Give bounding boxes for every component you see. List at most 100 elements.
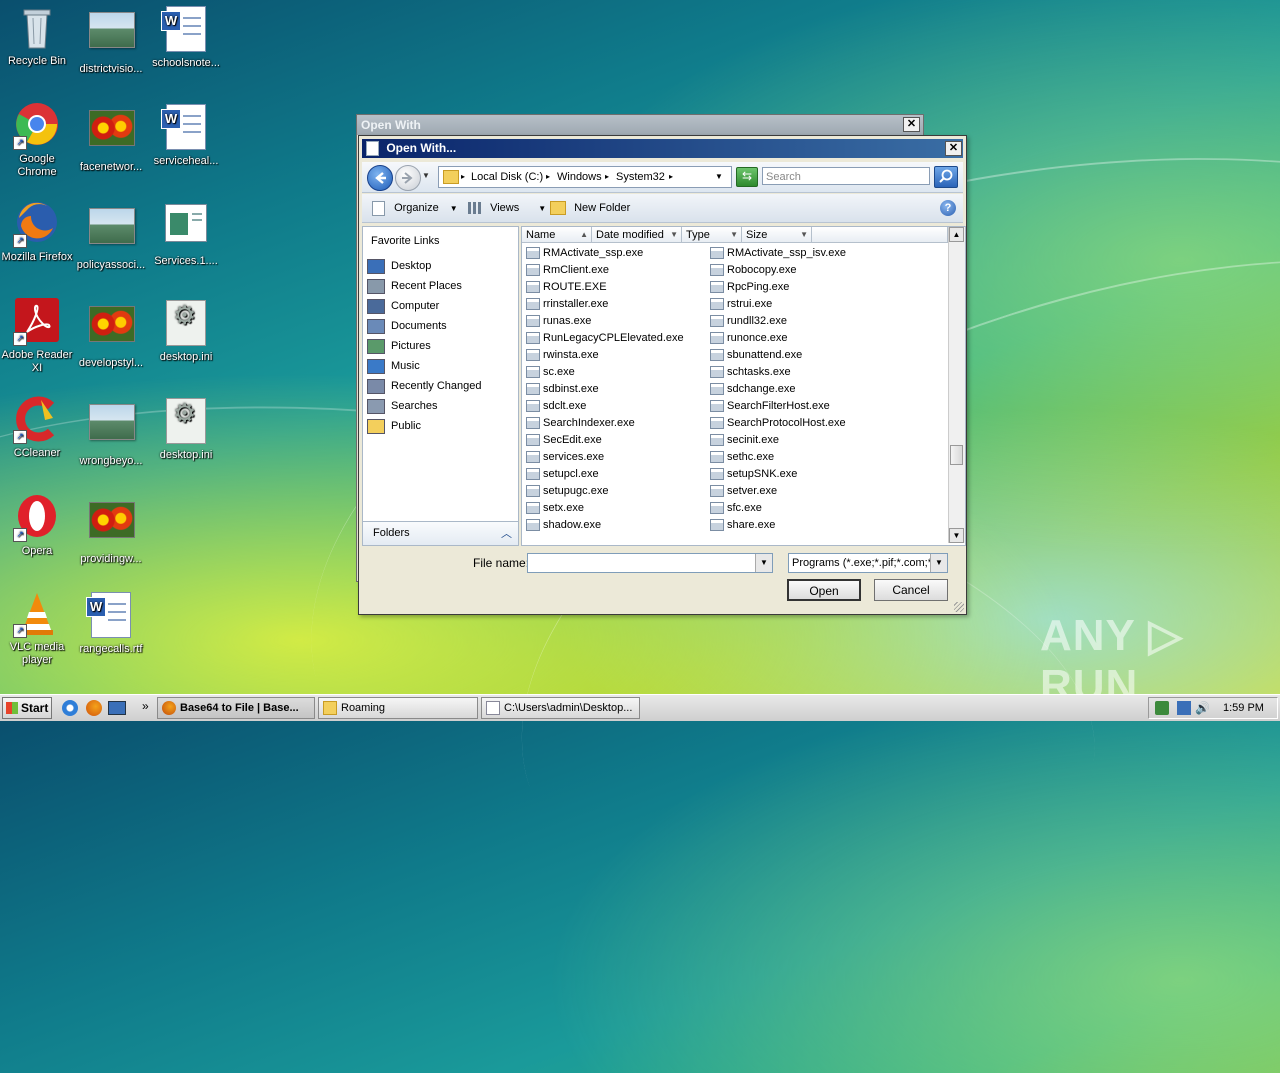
file-item[interactable]: rstrui.exe <box>710 296 772 313</box>
file-item[interactable]: setver.exe <box>710 483 777 500</box>
forward-arrow-icon[interactable] <box>395 165 421 191</box>
firefox-quicklaunch-icon[interactable] <box>86 700 102 716</box>
file-item[interactable]: RmClient.exe <box>526 262 609 279</box>
favorite-link-public[interactable]: Public <box>367 417 421 435</box>
favorite-link-recent-places[interactable]: Recent Places <box>367 277 462 295</box>
desktop-icon-policyassoci[interactable]: policyassoci... <box>74 200 148 272</box>
clock[interactable]: 1:59 PM <box>1223 701 1264 715</box>
desktop-icon-schoolsnote[interactable]: W schoolsnote... <box>149 4 223 70</box>
chevron-double-right-icon[interactable]: » <box>142 699 149 713</box>
desktop-icon-ccleaner[interactable]: ↗ CCleaner <box>0 396 74 460</box>
chevron-right-icon[interactable]: ▸ <box>546 167 550 187</box>
desktop-icon-districtvisio[interactable]: districtvisio... <box>74 4 148 76</box>
start-button[interactable]: Start <box>2 697 52 719</box>
file-item[interactable]: secinit.exe <box>710 432 779 449</box>
breadcrumb-local-disk[interactable]: Local Disk (C:) <box>471 167 543 187</box>
column-header-name[interactable]: Name ▲ <box>522 227 592 243</box>
desktop-icon-opera[interactable]: ↗ Opera <box>0 494 74 558</box>
file-item[interactable]: sethc.exe <box>710 449 774 466</box>
favorite-link-searches[interactable]: Searches <box>367 397 437 415</box>
file-item[interactable]: RMActivate_ssp.exe <box>526 245 643 262</box>
chevron-right-icon[interactable]: ▸ <box>605 167 609 187</box>
dialog-titlebar[interactable]: Open With... ✕ <box>362 139 963 158</box>
file-item[interactable]: runonce.exe <box>710 330 788 347</box>
scroll-down-icon[interactable]: ▼ <box>949 528 964 543</box>
desktop-icon-google-chrome[interactable]: ↗ Google Chrome <box>0 102 74 179</box>
file-item[interactable]: SearchProtocolHost.exe <box>710 415 846 432</box>
chevron-down-icon[interactable]: ▼ <box>755 554 772 572</box>
cancel-button[interactable]: Cancel <box>874 579 948 601</box>
file-item[interactable]: SearchFilterHost.exe <box>710 398 830 415</box>
file-item[interactable]: ROUTE.EXE <box>526 279 607 296</box>
back-window-titlebar[interactable]: Open With ✕ <box>357 115 923 135</box>
network-icon[interactable] <box>1177 701 1191 715</box>
file-item[interactable]: runas.exe <box>526 313 591 330</box>
close-icon[interactable]: ✕ <box>945 141 962 156</box>
taskbar-button-explorer[interactable]: C:\Users\admin\Desktop... <box>481 697 640 719</box>
file-item[interactable]: schtasks.exe <box>710 364 791 381</box>
file-item[interactable]: sdchange.exe <box>710 381 796 398</box>
file-item[interactable]: SecEdit.exe <box>526 432 602 449</box>
open-button[interactable]: Open <box>787 579 861 601</box>
desktop-icon-wrongbeyo[interactable]: wrongbeyo... <box>74 396 148 468</box>
column-header-size[interactable]: Size ▼ <box>742 227 812 243</box>
desktop-icon-facenetwor[interactable]: facenetwor... <box>74 102 148 174</box>
resize-grip-icon[interactable] <box>954 602 964 612</box>
favorite-link-recently-changed[interactable]: Recently Changed <box>367 377 482 395</box>
column-header-date-modified[interactable]: Date modified ▼ <box>592 227 682 243</box>
file-item[interactable]: rwinsta.exe <box>526 347 599 364</box>
chevron-down-icon[interactable]: ▼ <box>930 554 947 572</box>
close-icon[interactable]: ✕ <box>903 117 920 132</box>
folders-bar[interactable]: Folders ︿ <box>363 521 518 545</box>
file-item[interactable]: RpcPing.exe <box>710 279 789 296</box>
file-item[interactable]: setupugc.exe <box>526 483 608 500</box>
vertical-scrollbar[interactable]: ▲ ▼ <box>948 227 965 543</box>
chevron-right-icon[interactable]: ▸ <box>669 167 673 187</box>
file-name-input[interactable]: ▼ <box>527 553 773 573</box>
file-type-select[interactable]: Programs (*.exe;*.pif;*.com;*.b ▼ <box>788 553 948 573</box>
desktop-icon-mozilla-firefox[interactable]: ↗ Mozilla Firefox <box>0 200 74 264</box>
file-item[interactable]: sdclt.exe <box>526 398 586 415</box>
open-with-dialog[interactable]: Open With... ✕ ▼ ▸ Local Disk (C:) ▸ Win… <box>358 135 967 615</box>
chevron-right-icon[interactable]: ▸ <box>461 167 465 187</box>
ie-icon[interactable] <box>62 700 78 716</box>
search-input[interactable]: Search <box>762 167 930 185</box>
back-arrow-icon[interactable] <box>367 165 393 191</box>
column-filter-dropdown-icon[interactable]: ▼ <box>800 227 808 243</box>
favorite-link-music[interactable]: Music <box>367 357 420 375</box>
desktop-icon-vlc[interactable]: ↗ VLC media player <box>0 590 74 667</box>
desktop-icon-recycle-bin[interactable]: Recycle Bin <box>0 4 74 68</box>
file-item[interactable]: shadow.exe <box>526 517 601 534</box>
desktop-icon-desktop-ini-2[interactable]: desktop.ini <box>149 396 223 462</box>
file-item[interactable]: sfc.exe <box>710 500 762 517</box>
help-icon[interactable]: ? <box>940 200 956 216</box>
desktop-icon-serviceheal[interactable]: W serviceheal... <box>149 102 223 168</box>
desktop-icon-adobe-reader[interactable]: ↗ Adobe Reader XI <box>0 298 74 375</box>
file-item[interactable]: services.exe <box>526 449 604 466</box>
file-item[interactable]: setx.exe <box>526 500 584 517</box>
file-item[interactable]: sc.exe <box>526 364 575 381</box>
file-item[interactable]: setupSNK.exe <box>710 466 797 483</box>
desktop-icon-rangecalls[interactable]: W rangecalls.rtf <box>74 590 148 656</box>
security-icon[interactable] <box>1155 701 1169 715</box>
file-item[interactable]: sbunattend.exe <box>710 347 802 364</box>
address-dropdown-icon[interactable]: ▼ <box>715 167 723 187</box>
organize-button[interactable]: Organize ▼ <box>372 200 458 217</box>
favorite-link-desktop[interactable]: Desktop <box>367 257 431 275</box>
chevron-up-icon[interactable]: ︿ <box>501 525 512 541</box>
volume-icon[interactable]: 🔊 <box>1195 701 1210 715</box>
desktop-icon-developstyl[interactable]: developstyl... <box>74 298 148 370</box>
favorite-link-documents[interactable]: Documents <box>367 317 447 335</box>
scroll-up-icon[interactable]: ▲ <box>949 227 964 242</box>
show-desktop-icon[interactable] <box>108 701 126 715</box>
new-folder-button[interactable]: New Folder <box>550 200 630 216</box>
file-item[interactable]: share.exe <box>710 517 775 534</box>
scroll-thumb[interactable] <box>950 445 963 465</box>
file-item[interactable]: setupcl.exe <box>526 466 599 483</box>
column-filter-dropdown-icon[interactable]: ▼ <box>670 227 678 243</box>
file-item[interactable]: rundll32.exe <box>710 313 787 330</box>
search-icon[interactable] <box>934 166 958 188</box>
desktop-icon-desktop-ini-1[interactable]: desktop.ini <box>149 298 223 364</box>
file-item[interactable]: RMActivate_ssp_isv.exe <box>710 245 846 262</box>
taskbar-button-roaming[interactable]: Roaming <box>318 697 478 719</box>
